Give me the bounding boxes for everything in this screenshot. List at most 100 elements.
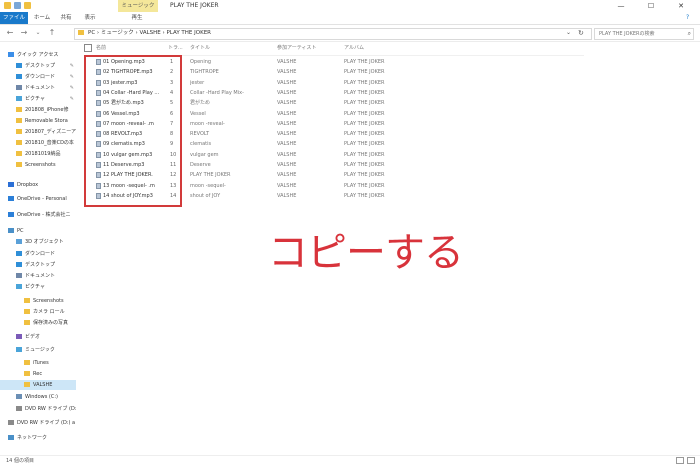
properties-icon[interactable]	[14, 2, 21, 9]
item-count: 14 個の項目	[6, 458, 34, 464]
column-track[interactable]: トラ...	[168, 43, 183, 53]
maximize-button[interactable]: ☐	[640, 0, 662, 12]
sidebar-item-icon	[16, 250, 22, 256]
sidebar-item[interactable]: DVD RW ドライブ (D:)	[0, 404, 76, 414]
sidebar-item-label: VALSHE	[33, 382, 53, 388]
folder-icon	[4, 2, 11, 9]
sidebar-item[interactable]: デスクトップ	[0, 260, 76, 270]
sidebar-item-icon	[16, 95, 22, 101]
sidebar-item[interactable]: ピクチャ ✎	[0, 94, 76, 104]
sidebar-item-label: ドキュメント	[25, 85, 56, 91]
sidebar-item[interactable]: Rec	[0, 369, 76, 379]
close-button[interactable]: ✕	[670, 0, 692, 12]
sidebar-item-label: iTunes	[33, 360, 49, 366]
sidebar-item[interactable]: ドキュメント	[0, 271, 76, 281]
details-view-button[interactable]	[676, 457, 684, 464]
copy-caption: コピーする	[268, 230, 464, 276]
sidebar-item[interactable]: ダウンロード ✎	[0, 72, 76, 82]
sidebar-item[interactable]: デスクトップ ✎	[0, 61, 76, 71]
sidebar-item[interactable]: 201807_ディズニーア	[0, 127, 76, 137]
sidebar-item[interactable]: DVD RW ドライブ (D:) a	[0, 418, 76, 428]
column-artist[interactable]: 参加アーティスト	[277, 43, 316, 53]
help-icon[interactable]: ?	[686, 14, 689, 21]
sidebar-item[interactable]: iTunes	[0, 358, 76, 368]
refresh-button[interactable]: ↻	[578, 28, 584, 38]
sidebar-item[interactable]: Windows (C:)	[0, 392, 76, 402]
status-bar	[0, 455, 700, 468]
new-folder-icon[interactable]	[24, 2, 31, 9]
sidebar-item-icon	[24, 319, 30, 325]
sidebar-item[interactable]: OneDrive - Personal	[0, 194, 76, 204]
sidebar-item[interactable]: クイック アクセス	[0, 50, 76, 60]
file-album: PLAY THE JOKER	[344, 100, 385, 107]
sidebar-item[interactable]: Screenshots	[0, 296, 76, 306]
sidebar-item[interactable]: 201810_音楽CDの本	[0, 138, 76, 148]
column-name[interactable]: 名前	[96, 43, 106, 53]
tab-home[interactable]: ホーム	[30, 12, 54, 24]
sidebar-item-icon	[8, 211, 14, 217]
file-album: PLAY THE JOKER	[344, 192, 385, 199]
sidebar-item[interactable]: ピクチャ	[0, 282, 76, 292]
sidebar-item-label: PC	[17, 228, 24, 234]
sidebar-item[interactable]: OneDrive - 株式会社ニ	[0, 210, 76, 220]
minimize-button[interactable]: —	[610, 0, 632, 12]
sidebar-item[interactable]: Dropbox	[0, 180, 76, 190]
tab-play[interactable]: 再生	[124, 12, 150, 24]
sidebar-item-label: OneDrive - Personal	[17, 196, 67, 202]
sidebar-item[interactable]: Removable Stora	[0, 116, 76, 126]
sidebar-item-icon	[16, 139, 22, 145]
sidebar-item-label: ダウンロード	[25, 74, 56, 80]
sidebar-item-icon	[16, 117, 22, 123]
file-artist: VALSHE	[277, 131, 297, 138]
sidebar-item-icon	[16, 272, 22, 278]
recent-locations-button[interactable]: ⌄	[32, 25, 44, 41]
file-album: PLAY THE JOKER	[344, 89, 385, 96]
sidebar-item-label: 保存済みの写真	[33, 320, 69, 326]
file-album: PLAY THE JOKER	[344, 110, 385, 117]
sidebar-item[interactable]: ネットワーク	[0, 433, 76, 443]
file-title: Opening	[190, 59, 212, 65]
sidebar-item[interactable]: 保存済みの写真	[0, 318, 76, 328]
file-artist: VALSHE	[277, 100, 297, 107]
search-box[interactable]: ⌕	[594, 28, 694, 40]
pin-icon: ✎	[69, 96, 74, 102]
tab-view[interactable]: 表示	[80, 12, 100, 24]
sidebar-item[interactable]: 201808_iPhone修	[0, 105, 76, 115]
sidebar-item[interactable]: ミュージック	[0, 345, 76, 355]
tab-file[interactable]: ファイル	[0, 12, 28, 24]
breadcrumb[interactable]: PC › ミュージック › VALSHE › PLAY THE JOKER	[88, 28, 211, 38]
sidebar-item[interactable]: 3D オブジェクト	[0, 237, 76, 247]
sidebar-item-label: ドキュメント	[25, 273, 56, 279]
file-album: PLAY THE JOKER	[344, 172, 385, 179]
sidebar-item[interactable]: ビデオ	[0, 332, 76, 342]
window-title: PLAY THE JOKER	[170, 2, 219, 9]
large-icons-view-button[interactable]	[687, 457, 695, 464]
sidebar-item[interactable]: PC	[0, 226, 76, 236]
back-button[interactable]: ←	[4, 25, 16, 41]
sidebar-item[interactable]: Screenshots	[0, 160, 76, 170]
sidebar-item-icon	[24, 359, 30, 365]
sidebar-item[interactable]: ドキュメント ✎	[0, 83, 76, 93]
tab-share[interactable]: 共有	[56, 12, 76, 24]
sidebar-item-label: 3D オブジェクト	[25, 239, 64, 245]
sidebar-item[interactable]: ダウンロード	[0, 249, 76, 259]
address-dropdown-button[interactable]: ⌄	[566, 28, 571, 38]
forward-button[interactable]: →	[18, 25, 30, 41]
sidebar-item-label: Screenshots	[33, 298, 64, 304]
search-input[interactable]	[599, 29, 679, 39]
music-tools-tab[interactable]: ミュージック ツール	[118, 0, 158, 21]
file-artist: VALSHE	[277, 151, 297, 158]
search-icon[interactable]: ⌕	[688, 30, 691, 38]
select-all-checkbox[interactable]	[84, 44, 92, 52]
sidebar-item[interactable]: 20181019納品	[0, 149, 76, 159]
sidebar-item-label: Rec	[33, 371, 43, 377]
up-button[interactable]: ↑	[46, 25, 58, 41]
column-album[interactable]: アルバム	[344, 43, 364, 53]
file-title: Vessel	[190, 110, 206, 117]
sidebar-item-label: 201807_ディズニーア	[25, 129, 76, 135]
sidebar-item[interactable]: カメラ ロール	[0, 307, 76, 317]
sidebar-item-label: ピクチャ	[25, 284, 45, 290]
column-title[interactable]: タイトル	[190, 43, 210, 53]
sidebar-item-icon	[16, 84, 22, 90]
sidebar-item[interactable]: VALSHE	[0, 380, 76, 390]
